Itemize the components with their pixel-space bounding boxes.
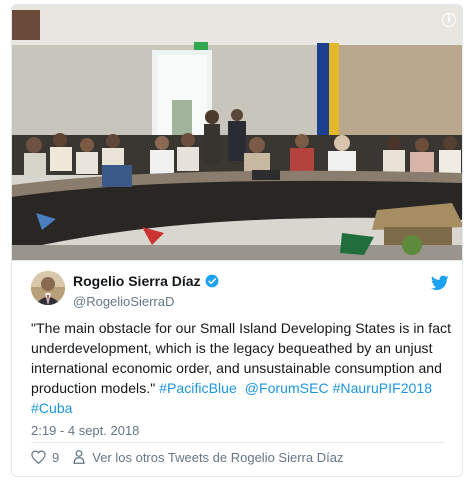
avatar[interactable] [31,271,65,305]
author-block: Rogelio Sierra Díaz @RogelioSierraD [73,273,219,309]
hashtag-naurupif2018[interactable]: #NauruPIF2018 [333,380,433,396]
verified-badge-icon [205,274,219,288]
avatar-image [31,271,65,305]
hashtag-pacificblue[interactable]: #PacificBlue [159,380,237,396]
tweet-photo[interactable]: i [12,5,462,261]
more-tweets-link[interactable]: Ver los otros Tweets de Rogelio Sierra D… [92,450,343,465]
tweet-timestamp[interactable]: 2:19 - 4 sept. 2018 [31,423,139,438]
conference-room-photo [12,5,462,260]
twitter-bird-icon[interactable] [431,275,449,291]
mention-forumsec[interactable]: @ForumSEC [245,380,329,396]
author-name[interactable]: Rogelio Sierra Díaz [73,273,201,289]
tweet-actions: 9 Ver los otros Tweets de Rogelio Sierra… [31,447,343,467]
info-icon[interactable]: i [442,13,456,27]
tweet-header: Rogelio Sierra Díaz @RogelioSierraD [31,271,451,309]
tweet-card[interactable]: i Rogelio Sierra Díaz @RogelioSierraD "T… [11,4,463,477]
author-handle[interactable]: @RogelioSierraD [73,294,219,309]
hashtag-cuba[interactable]: #Cuba [31,400,73,416]
person-icon [73,450,85,464]
like-count[interactable]: 9 [52,450,59,465]
heart-icon[interactable] [31,450,46,464]
divider [31,442,445,443]
tweet-text: "The main obstacle for our Small Island … [31,318,455,418]
